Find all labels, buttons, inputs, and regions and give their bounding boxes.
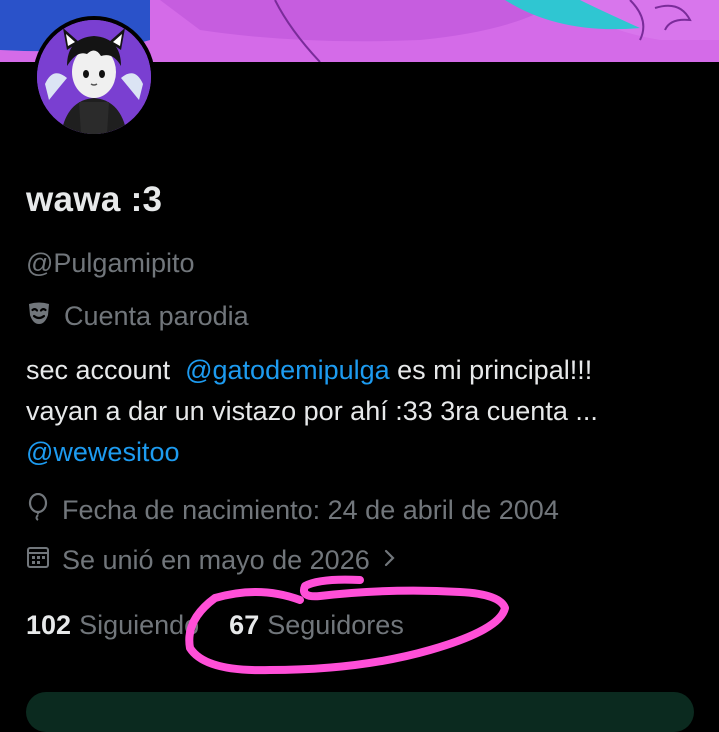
bio-text: vayan a dar un vistazo por ahí :33 3ra c… [26, 396, 598, 426]
bio-text: sec account [26, 355, 178, 385]
joined-date-row[interactable]: Se unió en mayo de 2026 [26, 545, 398, 576]
birth-date-row: Fecha de nacimiento: 24 de abril de 2004 [26, 492, 559, 528]
parody-label: Cuenta parodia [26, 300, 249, 333]
bio-text: es mi principal!!! [389, 355, 593, 385]
followers-link[interactable]: 67 Seguidores [229, 610, 404, 641]
avatar-image [37, 20, 151, 134]
calendar-icon [26, 545, 50, 576]
bottom-action-bar[interactable] [26, 692, 694, 732]
birth-date-text: Fecha de nacimiento: 24 de abril de 2004 [62, 495, 559, 525]
display-name: wawa :3 [26, 180, 163, 219]
bio-mention-link[interactable]: @gatodemipulga [185, 355, 390, 385]
joined-date-text: Se unió en mayo de 2026 [62, 545, 370, 575]
profile-bio: sec account @gatodemipulga es mi princip… [26, 350, 706, 473]
followers-label: Seguidores [267, 610, 404, 640]
chevron-right-icon [382, 545, 398, 576]
bio-mention-link[interactable]: @wewesitoo [26, 437, 179, 467]
parody-label-text: Cuenta parodia [64, 301, 249, 331]
follow-stats: 102 Siguiendo 67 Seguidores [26, 610, 404, 641]
following-link[interactable]: 102 Siguiendo [26, 610, 199, 641]
parody-mask-icon [26, 300, 52, 333]
following-label: Siguiendo [79, 610, 200, 640]
avatar[interactable] [33, 16, 155, 138]
username-handle: @Pulgamipito [26, 248, 195, 278]
followers-count: 67 [229, 610, 260, 640]
following-count: 102 [26, 610, 72, 640]
balloon-icon [26, 492, 50, 528]
